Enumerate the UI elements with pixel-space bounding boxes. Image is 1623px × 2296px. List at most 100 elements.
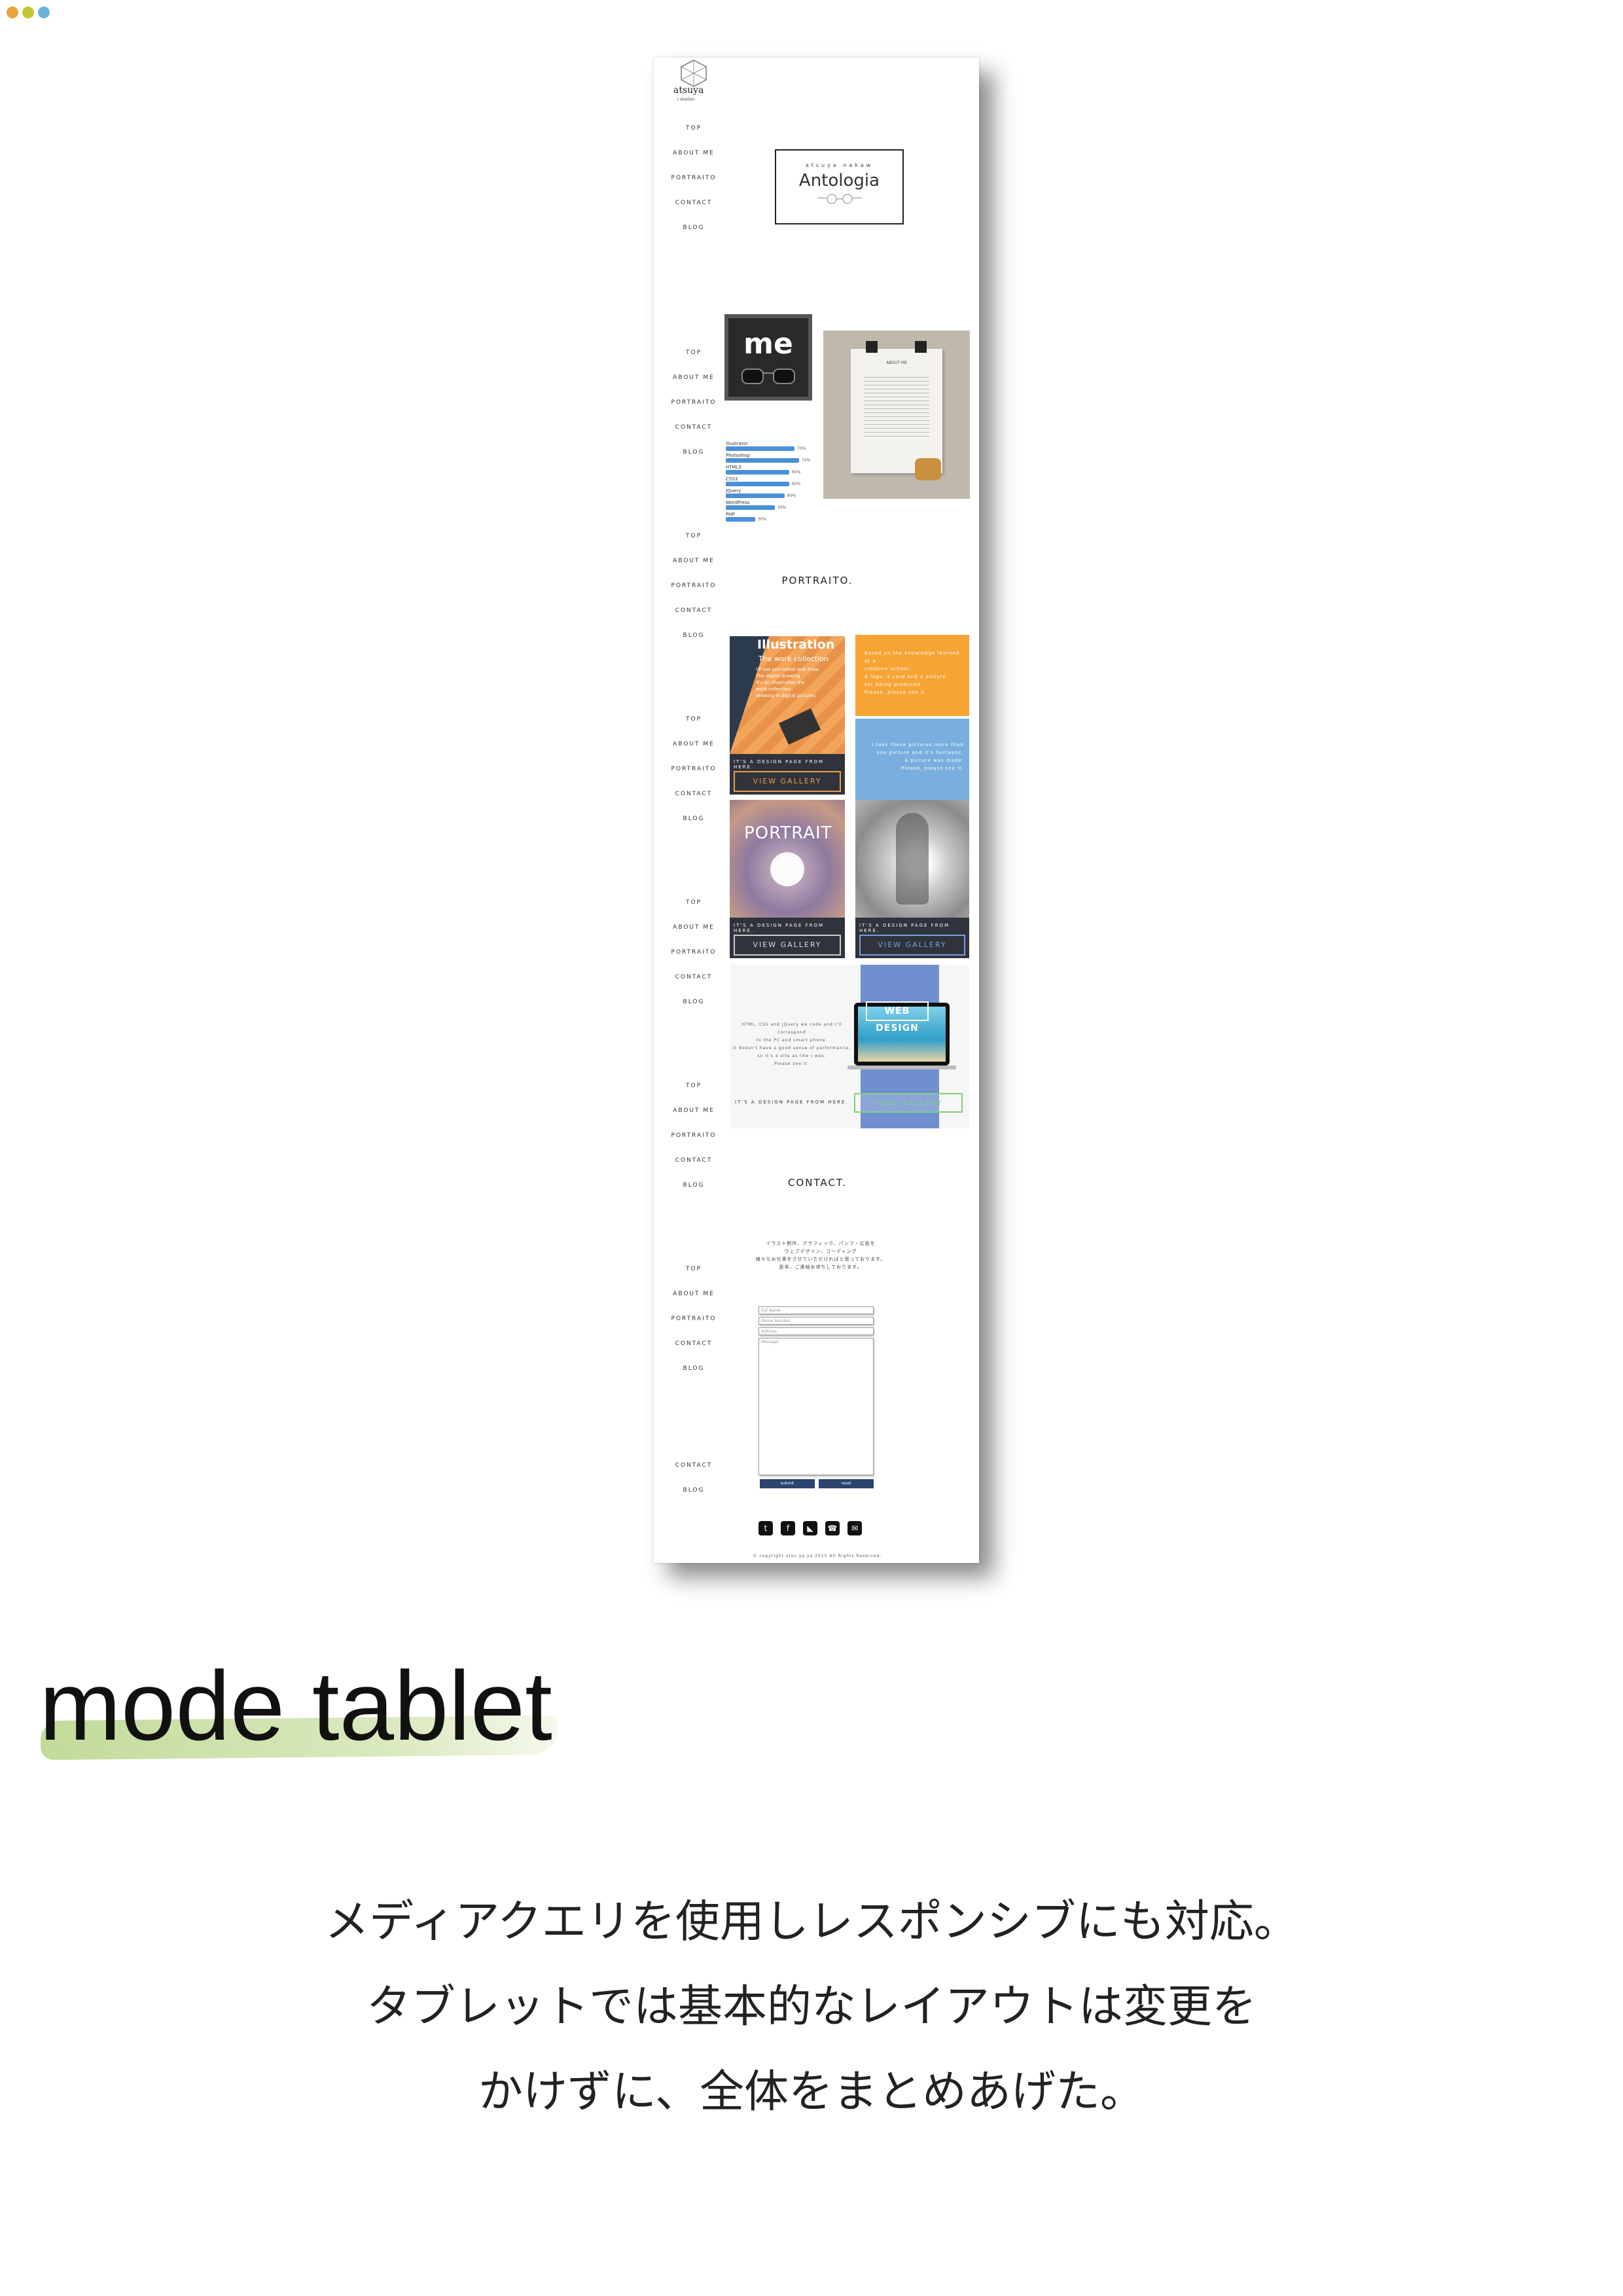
nav-about[interactable]: ABOUT ME — [664, 1107, 723, 1114]
nav-top[interactable]: TOP — [664, 1083, 723, 1089]
skill-label: Photoshop — [726, 453, 750, 458]
nav-contact[interactable]: CONTACT — [664, 1157, 723, 1164]
photo-figure — [896, 813, 929, 905]
nav-contact[interactable]: CONTACT — [664, 200, 723, 206]
nav-blog[interactable]: BLOG — [664, 1365, 723, 1372]
nav-blog[interactable]: BLOG — [664, 224, 723, 231]
skill-pct: 30% — [758, 517, 767, 522]
rss-icon[interactable]: ◣ — [803, 1521, 817, 1535]
caption-line: かけずに、全体をまとめあげた。 — [478, 2066, 1145, 2118]
nav-top[interactable]: TOP — [664, 350, 723, 356]
nav-about[interactable]: ABOUT ME — [664, 374, 723, 381]
minimize-dot[interactable] — [22, 7, 34, 18]
nav-blog[interactable]: BLOG — [664, 449, 723, 456]
note-title: ABOUT ME — [886, 361, 907, 365]
skill-bar — [726, 505, 775, 510]
reset-button[interactable]: reset — [819, 1479, 874, 1488]
hero-logo-card: atsuya nakaw Antologia — [775, 149, 904, 224]
photo-cta-bar: IT'S A DESIGN PAGE FROM HERE. VIEW GALLE… — [855, 918, 969, 958]
caption-line: タブレットでは基本的なレイアウトは変更を — [366, 1981, 1257, 2033]
skill-bar — [726, 517, 755, 522]
illustration-subtitle: The work collection — [758, 655, 829, 663]
nav-blog[interactable]: BLOG — [664, 999, 723, 1005]
illustration-cta-bar: IT'S A DESIGN PAGE FROM HERE. VIEW GALLE… — [730, 754, 845, 795]
binder-clip-right — [915, 341, 927, 353]
nav-about[interactable]: ABOUT ME — [664, 558, 723, 564]
phone-field[interactable]: Phone Number — [758, 1317, 874, 1325]
web-design-title: WEB DESIGN — [866, 1001, 929, 1033]
submit-button[interactable]: submit — [760, 1479, 815, 1488]
caption-line: メディアクエリを使用しレスポンシブにも対応。 — [325, 1896, 1298, 1948]
glasses-icon — [741, 368, 795, 384]
portrait-circle — [770, 852, 804, 886]
portrait-view-gallery-button[interactable]: VIEW GALLERY — [734, 935, 841, 956]
photo-card[interactable]: IT'S A DESIGN PAGE FROM HERE. VIEW GALLE… — [855, 800, 969, 958]
nav-portraito[interactable]: PORTRAITO — [664, 949, 723, 956]
nav-top[interactable]: TOP — [664, 1266, 723, 1272]
nav-contact[interactable]: CONTACT — [664, 1462, 723, 1469]
email-field[interactable]: Address — [758, 1327, 874, 1335]
nav-portraito[interactable]: PORTRAITO — [664, 1316, 723, 1322]
about-me-badge-text: me — [743, 327, 793, 361]
skill-label: CSS3 — [726, 476, 738, 482]
nav-portraito[interactable]: PORTRAITO — [664, 583, 723, 589]
skill-row: Photoshop 75% — [726, 453, 824, 465]
nav-contact[interactable]: CONTACT — [664, 1340, 723, 1347]
illustration-title: Illustration — [757, 637, 835, 652]
web-view-gallery-button[interactable]: VIEW GALLERY — [854, 1093, 963, 1113]
nav-contact[interactable]: CONTACT — [664, 791, 723, 797]
skill-bar — [726, 482, 789, 486]
illustration-card[interactable]: Illustration The work collection I'll us… — [730, 636, 845, 795]
zoom-dot[interactable] — [38, 7, 50, 18]
nav-top[interactable]: TOP — [664, 125, 723, 132]
nav-about[interactable]: ABOUT ME — [664, 1291, 723, 1297]
skill-bar — [726, 458, 799, 463]
photo-view-gallery-button[interactable]: VIEW GALLERY — [859, 935, 965, 956]
message-field[interactable]: Message — [758, 1338, 874, 1475]
window-controls — [7, 7, 50, 18]
contact-line: ウェブデザイン、コーディング — [784, 1249, 857, 1254]
portrait-card[interactable]: PORTRAIT IT'S A DESIGN PAGE FROM HERE. V… — [730, 800, 845, 958]
phone-icon[interactable]: ☎ — [825, 1521, 840, 1535]
nav-top[interactable]: TOP — [664, 716, 723, 723]
nav-about[interactable]: ABOUT ME — [664, 924, 723, 931]
nav-about[interactable]: ABOUT ME — [664, 150, 723, 156]
mail-icon[interactable]: ✉ — [847, 1521, 862, 1535]
blue-note-line: I take these pictures more than — [872, 742, 964, 747]
illustration-lines: I'll use pen tablet and draw. The digita… — [756, 666, 844, 699]
illustration-view-gallery-button[interactable]: VIEW GALLERY — [734, 771, 841, 792]
skill-label: Illustrator — [726, 441, 748, 446]
skill-pct: 50% — [777, 505, 787, 510]
twitter-icon[interactable]: t — [758, 1521, 773, 1535]
glasses-icon — [817, 194, 862, 204]
portrait-cta-bar: IT'S A DESIGN PAGE FROM HERE. VIEW GALLE… — [730, 918, 845, 958]
nav-portraito[interactable]: PORTRAITO — [664, 175, 723, 181]
nav-blog[interactable]: BLOG — [664, 632, 723, 639]
nav-blog[interactable]: BLOG — [664, 1182, 723, 1189]
nav-contact[interactable]: CONTACT — [664, 974, 723, 980]
nav-contact[interactable]: CONTACT — [664, 424, 723, 431]
skill-pct: 75% — [802, 458, 811, 463]
nav-portraito[interactable]: PORTRAITO — [664, 399, 723, 406]
web-design-line: It doesn't have a good sense of performa… — [732, 1046, 851, 1050]
web-design-line: to the PC and smart phone. — [756, 1038, 828, 1043]
name-field[interactable]: Full Name — [758, 1306, 874, 1314]
nav-portraito[interactable]: PORTRAITO — [664, 766, 723, 772]
nav-top[interactable]: TOP — [664, 899, 723, 906]
orange-note-line: creative school, — [865, 666, 912, 672]
contact-heading: CONTACT. — [787, 1177, 847, 1189]
nav-blog[interactable]: BLOG — [664, 1487, 723, 1494]
site-logo[interactable]: atsuya i Atelier — [673, 59, 719, 105]
skill-pct: 65% — [792, 470, 801, 475]
logo-cube-icon — [681, 60, 707, 87]
close-dot[interactable] — [7, 7, 18, 18]
web-design-card[interactable]: HTML, CSS and jQuery we code and I'll co… — [730, 965, 969, 1128]
nav-top[interactable]: TOP — [664, 533, 723, 539]
portfolio-heading: PORTRAITO. — [781, 575, 853, 586]
nav-blog[interactable]: BLOG — [664, 816, 723, 822]
nav-portraito[interactable]: PORTRAITO — [664, 1132, 723, 1139]
nav-contact[interactable]: CONTACT — [664, 607, 723, 614]
facebook-icon[interactable]: f — [781, 1521, 795, 1535]
nav-about[interactable]: ABOUT ME — [664, 741, 723, 747]
note-paper: ABOUT ME — [851, 349, 942, 473]
